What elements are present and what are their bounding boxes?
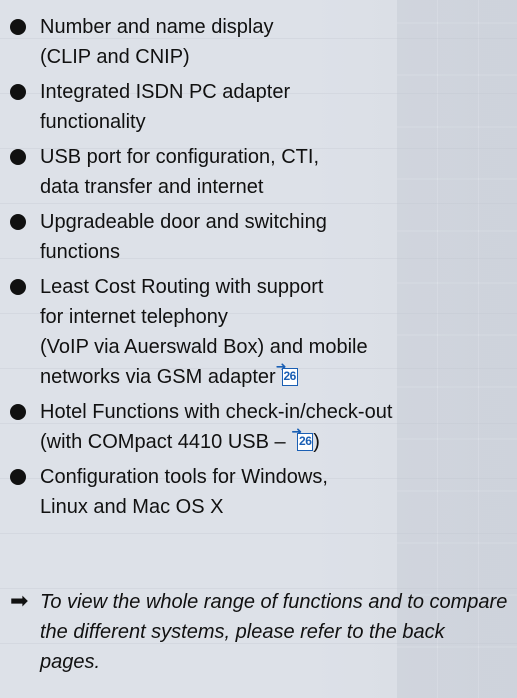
list-item: Integrated ISDN PC adapter functionality	[10, 77, 510, 137]
back-pages-note: ➡ To view the whole range of functions a…	[10, 587, 510, 677]
feature-line: Configuration tools for Windows,	[40, 466, 328, 488]
feature-line-with-ref: (with COMpact 4410 USB – ➜ 26)	[40, 425, 510, 457]
feature-line: Hotel Functions with check-in/check-out	[40, 401, 393, 423]
feature-line: (VoIP via Auerswald Box) and mobile	[40, 336, 368, 358]
feature-line: Least Cost Routing with support	[40, 276, 324, 298]
feature-list: Number and name display (CLIP and CNIP) …	[10, 12, 510, 527]
feature-line: Number and name display	[40, 16, 274, 38]
feature-line: (CLIP and CNIP)	[40, 46, 190, 68]
feature-line: functionality	[40, 111, 146, 133]
bullet-dot-icon	[10, 19, 26, 35]
feature-panel: Number and name display (CLIP and CNIP) …	[0, 0, 517, 698]
list-item: Number and name display (CLIP and CNIP)	[10, 12, 510, 72]
list-item: Upgradeable door and switching functions	[10, 207, 510, 267]
list-item: Least Cost Routing with support for inte…	[10, 272, 510, 392]
page-reference-icon[interactable]: ➜ 26	[276, 360, 298, 386]
feature-line: data transfer and internet	[40, 176, 264, 198]
bullet-dot-icon	[10, 84, 26, 100]
bullet-dot-icon	[10, 404, 26, 420]
page-reference-number: 26	[297, 433, 314, 451]
feature-line: USB port for configuration, CTI,	[40, 146, 320, 168]
feature-line-suffix: )	[313, 431, 320, 453]
feature-line: Linux and Mac OS X	[40, 496, 224, 518]
bullet-dot-icon	[10, 149, 26, 165]
feature-line-with-ref: networks via GSM adapter ➜ 26	[40, 360, 510, 392]
page-reference-icon[interactable]: ➜ 26	[291, 425, 314, 451]
note-text: To view the whole range of functions and…	[40, 591, 508, 673]
right-arrow-icon: ➡	[10, 588, 29, 613]
feature-line: for internet telephony	[40, 306, 228, 328]
feature-line-text: (with COMpact 4410 USB –	[40, 431, 292, 453]
list-item: Configuration tools for Windows, Linux a…	[10, 462, 510, 522]
page-reference-number: 26	[281, 368, 298, 386]
bullet-dot-icon	[10, 214, 26, 230]
bullet-dot-icon	[10, 279, 26, 295]
feature-line-text: networks via GSM adapter	[40, 366, 276, 388]
feature-line: functions	[40, 241, 121, 263]
feature-line: Integrated ISDN PC adapter	[40, 81, 291, 103]
feature-line: Upgradeable door and switching	[40, 211, 327, 233]
bullet-dot-icon	[10, 469, 26, 485]
list-item: Hotel Functions with check-in/check-out …	[10, 397, 510, 457]
list-item: USB port for configuration, CTI, data tr…	[10, 142, 510, 202]
